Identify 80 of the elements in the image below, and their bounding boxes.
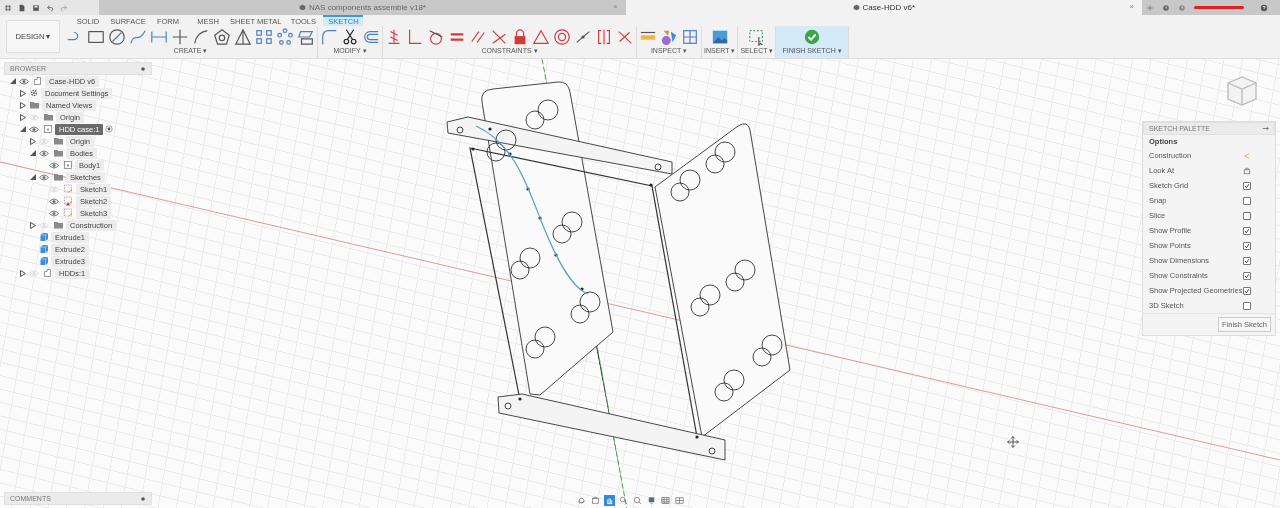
check-icon[interactable]: [803, 27, 822, 46]
look-at-tool-button[interactable]: [590, 495, 601, 506]
grid-panel-icon[interactable]: [681, 27, 699, 46]
file-icon[interactable]: [18, 3, 26, 12]
checkbox[interactable]: [1243, 286, 1251, 295]
folder-icon: [29, 100, 40, 110]
job-status-icon[interactable]: [1162, 3, 1170, 12]
app-grid-icon[interactable]: [4, 3, 12, 12]
component-icon: [43, 268, 53, 278]
symmetry-icon[interactable]: [595, 27, 613, 46]
concentric-icon[interactable]: [553, 27, 571, 46]
point-icon[interactable]: [171, 27, 189, 46]
checkbox[interactable]: [1243, 226, 1251, 235]
collapsed-triangle-icon[interactable]: [19, 269, 26, 277]
expanded-triangle-icon[interactable]: [19, 126, 26, 132]
tangent-icon[interactable]: [427, 27, 445, 46]
checkbox[interactable]: [1243, 271, 1251, 280]
checkbox[interactable]: [1243, 241, 1251, 250]
checkbox[interactable]: [1243, 211, 1251, 220]
zoom-tool-button[interactable]: [618, 495, 629, 506]
extrude-icon: [39, 256, 49, 266]
expanded-triangle-icon[interactable]: [29, 174, 36, 180]
expand-icon[interactable]: [1262, 125, 1269, 132]
eye-icon[interactable]: [39, 149, 49, 157]
eye-icon[interactable]: [49, 209, 59, 217]
pin-icon[interactable]: [140, 65, 146, 72]
select-box-icon[interactable]: [747, 27, 766, 46]
arc-icon[interactable]: [192, 27, 210, 46]
collapsed-triangle-icon[interactable]: [19, 101, 26, 109]
eye-icon[interactable]: [19, 77, 29, 85]
perpendicular-icon[interactable]: [406, 27, 424, 46]
pan-hand-tool-button[interactable]: [604, 495, 615, 506]
document-tab[interactable]: Case-HDD v6* ×: [625, 0, 1142, 15]
eye-icon[interactable]: [29, 125, 39, 133]
checkbox[interactable]: [1243, 256, 1251, 265]
body-icon: [63, 160, 73, 170]
extrude-icon: [39, 232, 49, 242]
save-icon[interactable]: [32, 3, 40, 12]
expanded-triangle-icon[interactable]: [9, 78, 16, 84]
triangle-icon[interactable]: [234, 27, 252, 46]
circle-icon[interactable]: [108, 27, 126, 46]
triangle-outline-icon[interactable]: [532, 27, 550, 46]
component-icon: [33, 76, 43, 86]
collapsed-triangle-icon[interactable]: [29, 137, 36, 145]
undo-icon[interactable]: [46, 3, 54, 12]
redaction-mark: [1194, 6, 1244, 9]
checkbox[interactable]: [1243, 196, 1251, 205]
collapsed-triangle-icon[interactable]: [29, 221, 36, 229]
fit-tool-button[interactable]: [632, 495, 643, 506]
scissors-icon[interactable]: [341, 27, 359, 46]
document-tab-title: Case-HDD v6*: [862, 3, 916, 12]
fillet-icon[interactable]: [320, 27, 338, 46]
circular-pattern-icon[interactable]: [276, 27, 294, 46]
viewports-tool-button[interactable]: [674, 495, 685, 506]
move-cursor-icon: [1007, 436, 1019, 448]
folder-icon: [53, 172, 64, 182]
gear-icon: [29, 88, 39, 98]
document-tab-title: NAS components assemble v18*: [309, 3, 426, 12]
eye-icon[interactable]: [49, 161, 59, 169]
body-icon: [43, 124, 53, 134]
document-tab[interactable]: NAS components assemble v18* ×: [99, 0, 626, 15]
polygon-icon[interactable]: [213, 27, 231, 46]
collapsed-triangle-icon[interactable]: [19, 113, 26, 121]
help-icon[interactable]: [1260, 3, 1268, 12]
checkbox[interactable]: [1243, 181, 1251, 190]
extrude-icon: [39, 244, 49, 254]
eye-icon[interactable]: [39, 173, 49, 181]
checkbox[interactable]: [1243, 301, 1251, 310]
orbit-tool-button[interactable]: [576, 495, 587, 506]
eye-icon[interactable]: [49, 197, 59, 205]
display-tool-button[interactable]: [646, 495, 657, 506]
collapsed-triangle-icon[interactable]: [19, 89, 26, 97]
expanded-triangle-icon[interactable]: [29, 150, 36, 156]
sketch-spline[interactable]: [475, 125, 589, 295]
folder-icon: [53, 148, 64, 158]
grid-tool-button[interactable]: [660, 495, 671, 506]
look-at-icon[interactable]: [1243, 166, 1251, 175]
rectangular-pattern-icon[interactable]: [255, 27, 273, 46]
pin-icon[interactable]: [140, 495, 146, 502]
radio-target-icon[interactable]: [105, 125, 114, 133]
